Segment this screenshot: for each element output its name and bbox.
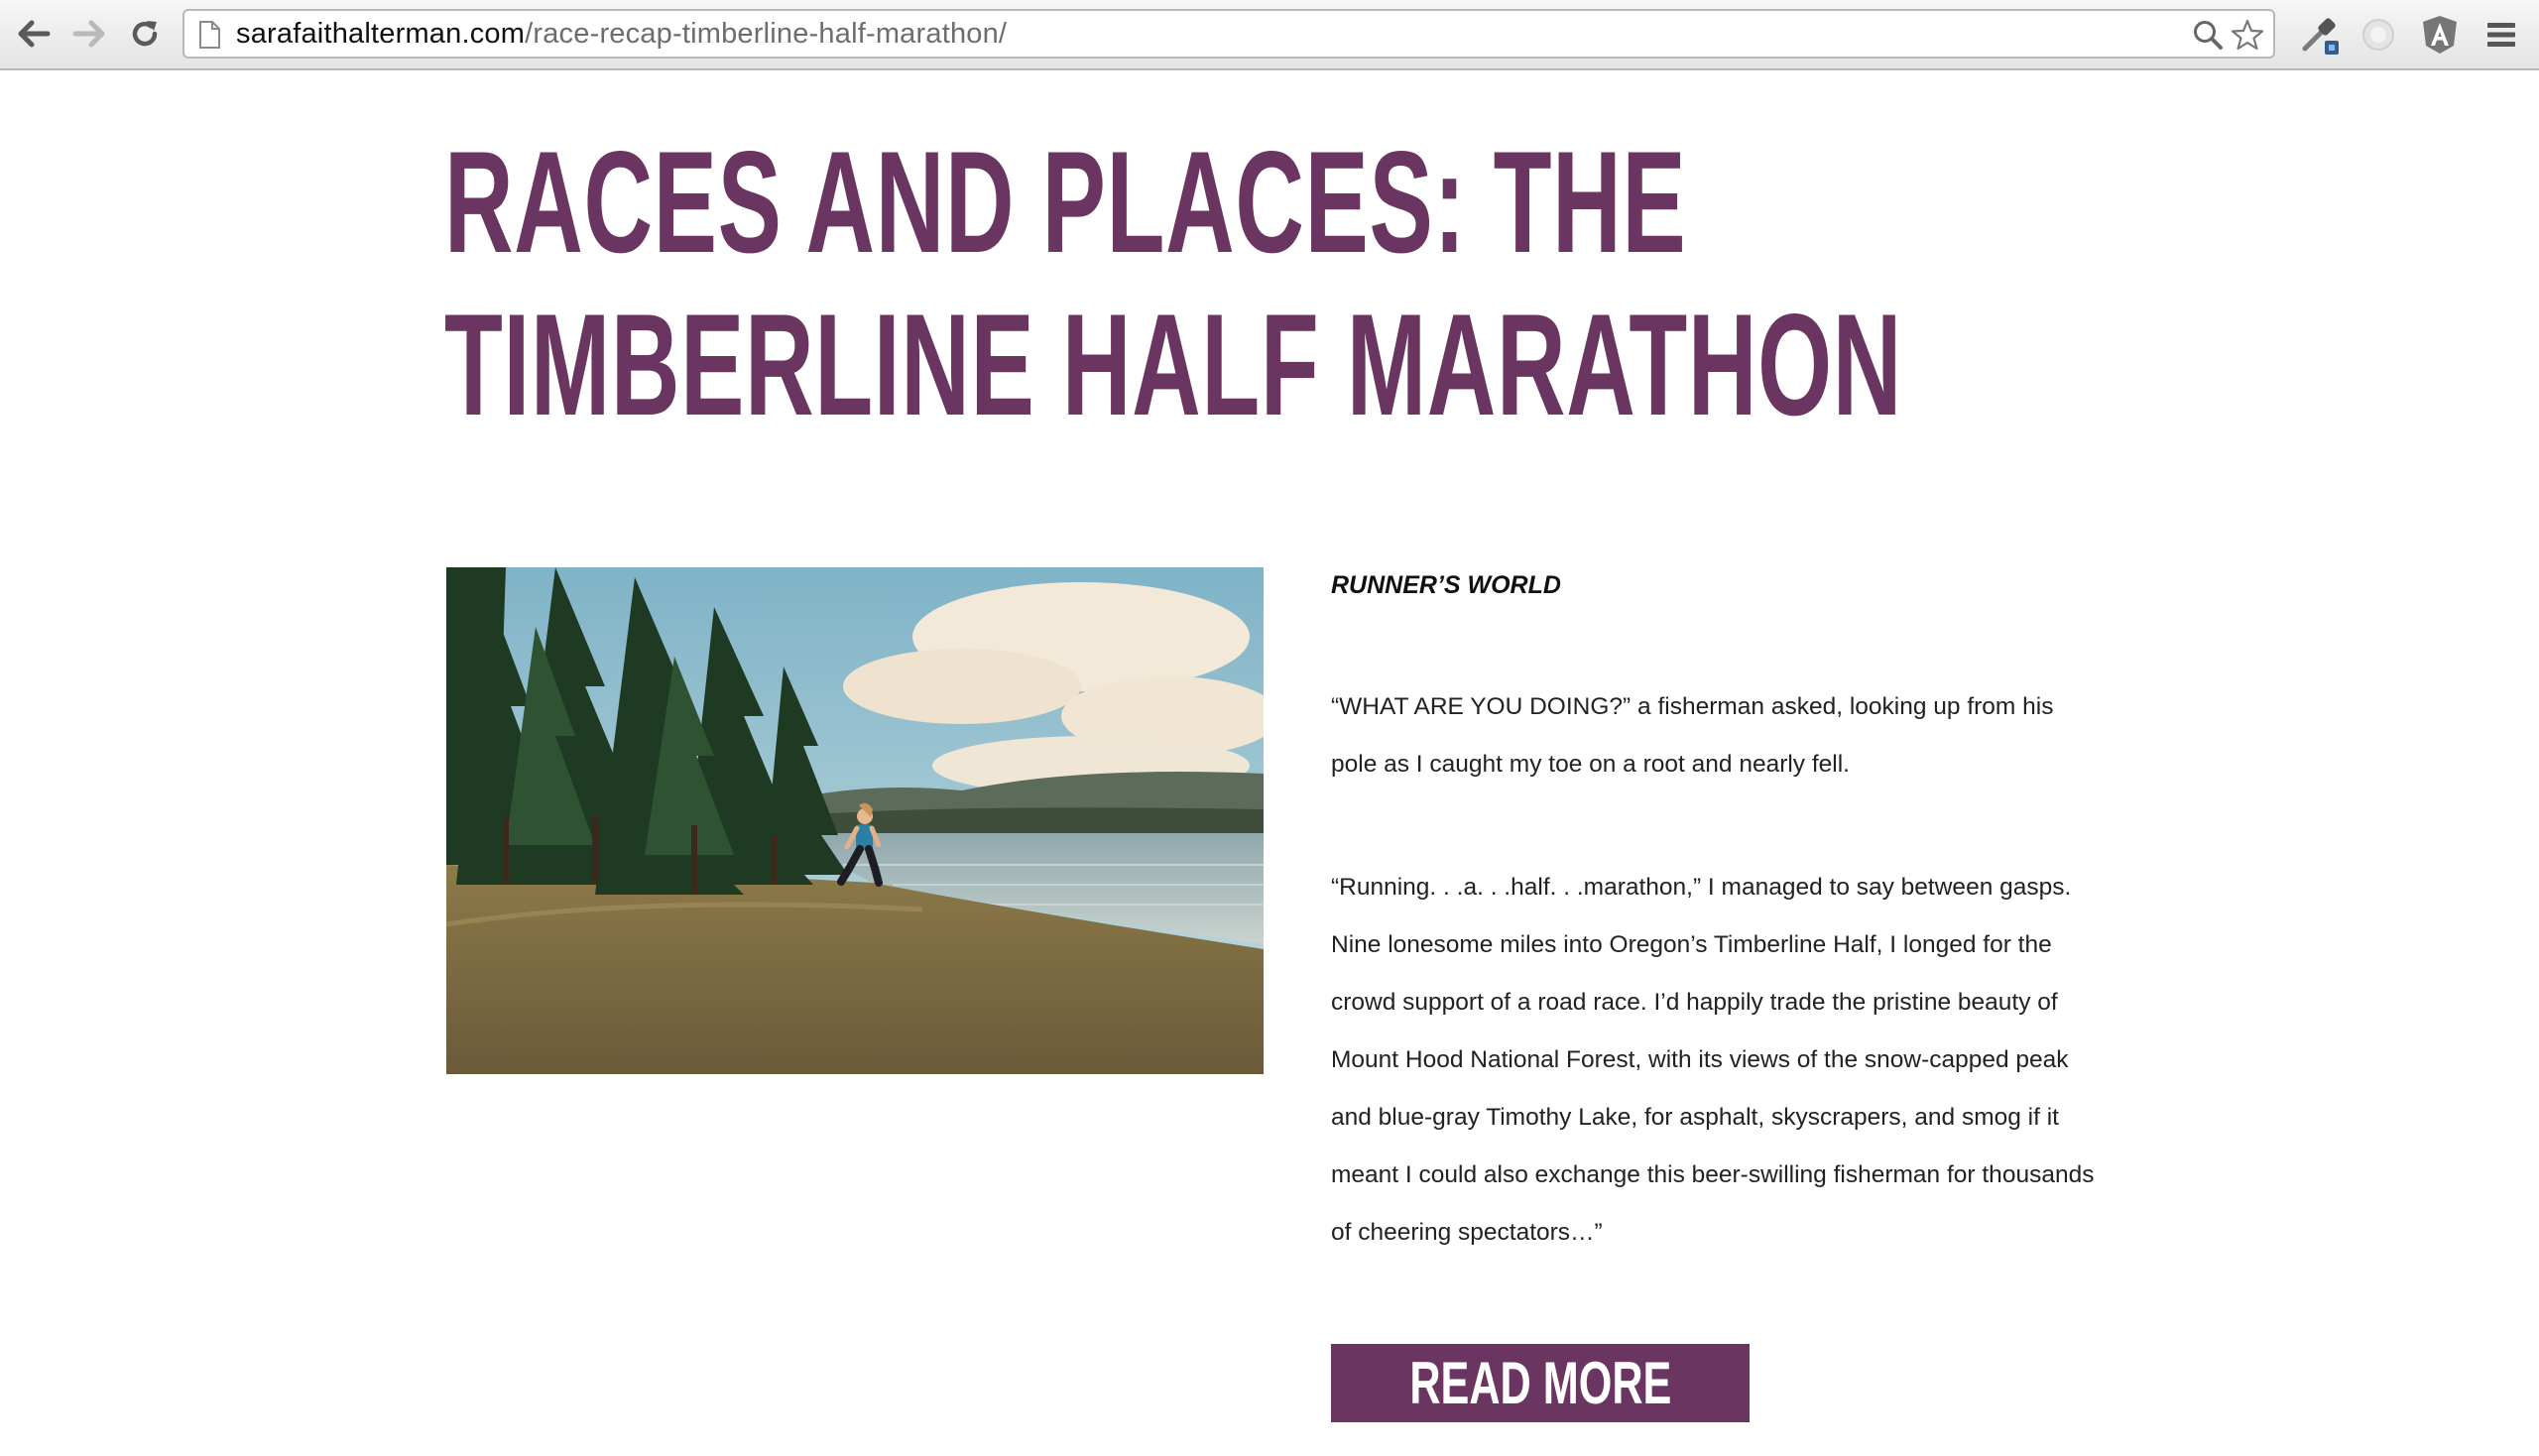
eyedropper-extension-icon[interactable] xyxy=(2297,13,2341,57)
page-icon xyxy=(199,21,220,49)
menu-icon[interactable] xyxy=(2479,13,2523,57)
reload-icon xyxy=(132,21,158,47)
url-text[interactable]: sarafaithalterman.com/race-recap-timberl… xyxy=(236,11,1007,57)
browser-toolbar: sarafaithalterman.com/race-recap-timberl… xyxy=(0,0,2539,70)
angular-extension-icon[interactable] xyxy=(2418,13,2462,57)
read-more-button[interactable]: Read More xyxy=(1331,1344,1750,1422)
reload-button[interactable] xyxy=(123,12,167,56)
article-photo xyxy=(446,567,1264,1074)
bookmark-star-icon[interactable] xyxy=(2232,19,2263,51)
search-icon[interactable] xyxy=(2192,19,2224,51)
article-paragraph-1: “WHAT ARE YOU DOING?” a fisherman asked,… xyxy=(1331,693,2054,778)
address-bar[interactable]: sarafaithalterman.com/race-recap-timberl… xyxy=(182,9,2275,59)
back-arrow-icon xyxy=(18,20,51,48)
article-title-line-2: Timberline Half Marathon xyxy=(444,284,1902,445)
forward-arrow-icon xyxy=(72,20,105,48)
url-host: sarafaithalterman.com xyxy=(236,18,526,50)
extension-circle-icon[interactable] xyxy=(2357,13,2400,57)
back-button[interactable] xyxy=(12,12,56,56)
article-title-line-1: Races and Places: The xyxy=(444,121,1687,283)
read-more-label: Read More xyxy=(1408,1350,1672,1416)
article-title: Races and Places: The Timberline Half Ma… xyxy=(444,121,1902,446)
publication-name: RUNNER’S WORLD xyxy=(1331,571,1561,599)
article-paragraph-2: “Running. . .a. . .half. . .marathon,” I… xyxy=(1331,874,2095,1246)
url-path: /race-recap-timberline-half-marathon/ xyxy=(525,18,1008,50)
forward-button[interactable] xyxy=(67,12,111,56)
lake-runner-illustration xyxy=(446,567,1264,1074)
